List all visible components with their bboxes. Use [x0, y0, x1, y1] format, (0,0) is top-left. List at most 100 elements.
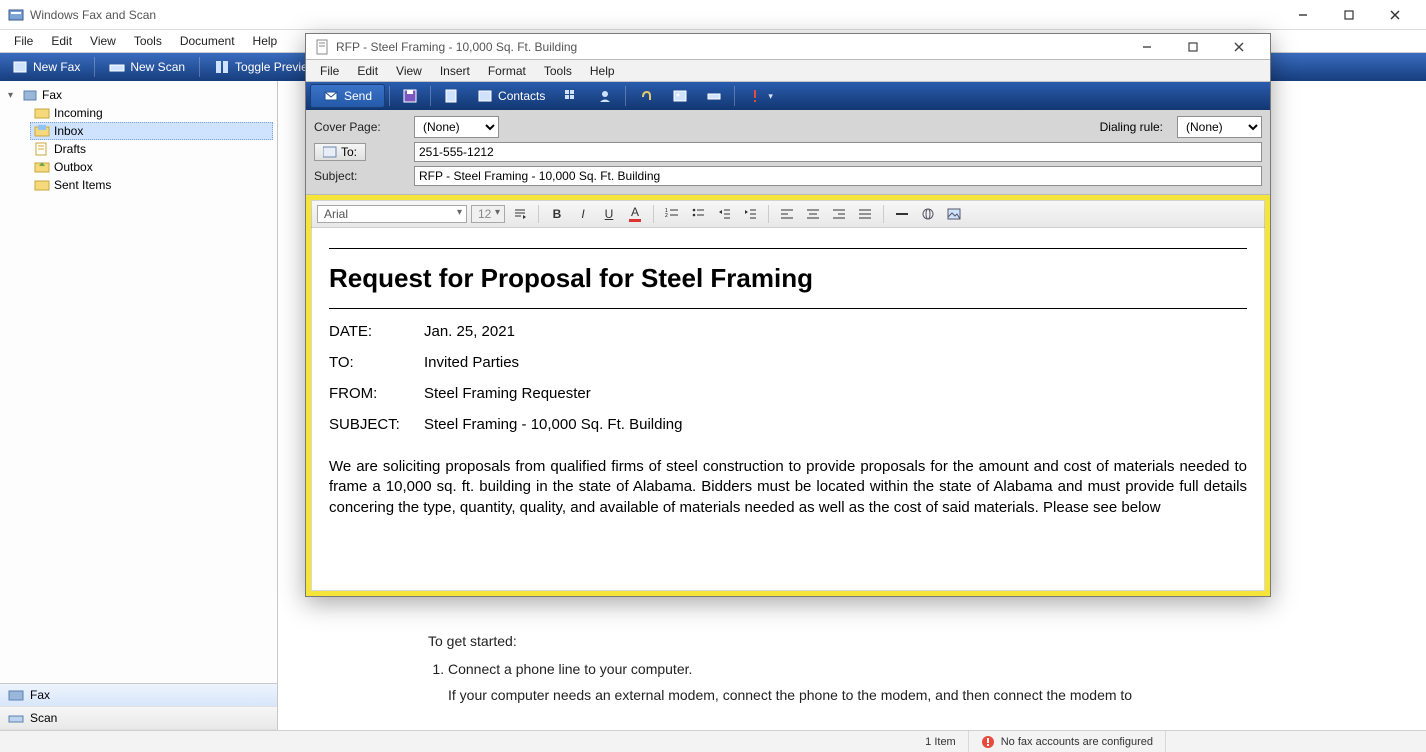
insert-image-button[interactable] [943, 203, 965, 225]
send-button[interactable]: Send [310, 84, 385, 108]
compose-menu-tools[interactable]: Tools [536, 62, 580, 80]
status-warning: No fax accounts are configured [969, 731, 1166, 752]
cover-page-select[interactable]: (None) [414, 116, 499, 138]
to-button-label: To: [341, 145, 357, 159]
compose-menu-view[interactable]: View [388, 62, 430, 80]
to-button[interactable]: To: [314, 143, 366, 161]
outbox-icon [34, 159, 50, 175]
outdent-button[interactable] [713, 203, 735, 225]
indent-button[interactable] [739, 203, 761, 225]
bulleted-list-button[interactable] [687, 203, 709, 225]
horizontal-rule [329, 308, 1247, 309]
contacts-button[interactable]: Contacts [469, 85, 553, 107]
toolbar-separator [625, 86, 626, 106]
menu-edit[interactable]: Edit [43, 31, 80, 51]
font-size-select[interactable]: 12 [471, 205, 505, 223]
compose-maximize-button[interactable] [1170, 35, 1216, 59]
titlebar: Windows Fax and Scan [0, 0, 1426, 30]
maximize-button[interactable] [1326, 1, 1372, 29]
status-item-count-label: 1 Item [925, 736, 956, 748]
menu-help[interactable]: Help [245, 31, 286, 51]
find-people-button[interactable] [589, 85, 621, 107]
save-button[interactable] [394, 85, 426, 107]
doc-body-paragraph: We are soliciting proposals from qualifi… [329, 457, 1247, 518]
tree-item-inbox[interactable]: Inbox [30, 122, 273, 140]
new-fax-button[interactable]: New Fax [4, 56, 88, 78]
cover-page-button[interactable] [435, 85, 467, 107]
menu-file[interactable]: File [6, 31, 41, 51]
priority-button[interactable]: ▾ [739, 85, 781, 107]
insert-link-button[interactable] [917, 203, 939, 225]
dialing-rule-label: Dialing rule: [1100, 120, 1163, 134]
tree-item-label: Outbox [54, 160, 93, 174]
numbered-list-button[interactable]: 12 [661, 203, 683, 225]
tree-item-outbox[interactable]: Outbox [30, 158, 273, 176]
sidebar-tab-fax[interactable]: Fax [0, 684, 277, 707]
font-color-button[interactable]: A [624, 203, 646, 225]
svg-text:2: 2 [665, 213, 668, 219]
font-family-select[interactable]: Arial [317, 205, 467, 223]
tree-item-label: Drafts [54, 142, 86, 156]
fax-machine-icon [22, 87, 38, 103]
compose-menu-insert[interactable]: Insert [432, 62, 478, 80]
folder-tree: ▾ Fax Incoming Inbox Drafts [0, 81, 277, 683]
statusbar: 1 Item No fax accounts are configured [0, 730, 1426, 752]
horizontal-rule-button[interactable] [891, 203, 913, 225]
doc-from-value: Steel Framing Requester [424, 385, 591, 402]
tree-root-fax[interactable]: ▾ Fax [4, 86, 273, 104]
folder-icon [34, 105, 50, 121]
grid-icon [563, 88, 579, 104]
compose-menubar: File Edit View Insert Format Tools Help [306, 60, 1270, 82]
subject-input[interactable] [414, 166, 1262, 186]
menu-view[interactable]: View [82, 31, 124, 51]
italic-button[interactable]: I [572, 203, 594, 225]
horizontal-rule [329, 248, 1247, 249]
minimize-button[interactable] [1280, 1, 1326, 29]
to-input[interactable] [414, 142, 1262, 162]
dialing-rule-select[interactable]: (None) [1177, 116, 1262, 138]
compose-menu-format[interactable]: Format [480, 62, 534, 80]
paperclip-icon [638, 88, 654, 104]
doc-date-label: DATE: [329, 323, 424, 340]
doc-to-value: Invited Parties [424, 354, 519, 371]
new-scan-button[interactable]: New Scan [101, 56, 193, 78]
doc-to-label: TO: [329, 354, 424, 371]
toolbar-separator [199, 57, 200, 77]
justify-button[interactable] [854, 203, 876, 225]
toolbar-separator [734, 86, 735, 106]
paragraph-style-button[interactable] [509, 203, 531, 225]
attach-file-button[interactable] [630, 85, 662, 107]
tree-item-drafts[interactable]: Drafts [30, 140, 273, 158]
align-center-button[interactable] [802, 203, 824, 225]
sidebar-tab-scan[interactable]: Scan [0, 707, 277, 730]
format-toolbar: Arial 12 B I U A 12 [311, 200, 1265, 228]
scan-insert-button[interactable] [698, 85, 730, 107]
doc-from-label: FROM: [329, 385, 424, 402]
tree-item-label: Inbox [54, 124, 83, 138]
document-icon [314, 39, 330, 55]
sent-icon [34, 177, 50, 193]
compose-menu-help[interactable]: Help [582, 62, 623, 80]
status-warning-label: No fax accounts are configured [1001, 736, 1153, 748]
preview-intro: To get started: [428, 633, 1392, 649]
collapse-icon[interactable]: ▾ [8, 90, 18, 101]
compose-minimize-button[interactable] [1124, 35, 1170, 59]
compose-close-button[interactable] [1216, 35, 1262, 59]
tree-item-sent-items[interactable]: Sent Items [30, 176, 273, 194]
compose-menu-file[interactable]: File [312, 62, 347, 80]
compose-title: RFP - Steel Framing - 10,000 Sq. Ft. Bui… [336, 40, 1124, 54]
close-button[interactable] [1372, 1, 1418, 29]
document-body[interactable]: Request for Proposal for Steel Framing D… [311, 228, 1265, 591]
menu-tools[interactable]: Tools [126, 31, 170, 51]
insert-picture-button[interactable] [664, 85, 696, 107]
menu-document[interactable]: Document [172, 31, 243, 51]
app-title: Windows Fax and Scan [30, 8, 1280, 22]
align-right-button[interactable] [828, 203, 850, 225]
compose-menu-edit[interactable]: Edit [349, 62, 386, 80]
underline-button[interactable]: U [598, 203, 620, 225]
tree-item-incoming[interactable]: Incoming [30, 104, 273, 122]
check-names-button[interactable] [555, 85, 587, 107]
bold-button[interactable]: B [546, 203, 568, 225]
align-left-button[interactable] [776, 203, 798, 225]
drafts-icon [34, 141, 50, 157]
